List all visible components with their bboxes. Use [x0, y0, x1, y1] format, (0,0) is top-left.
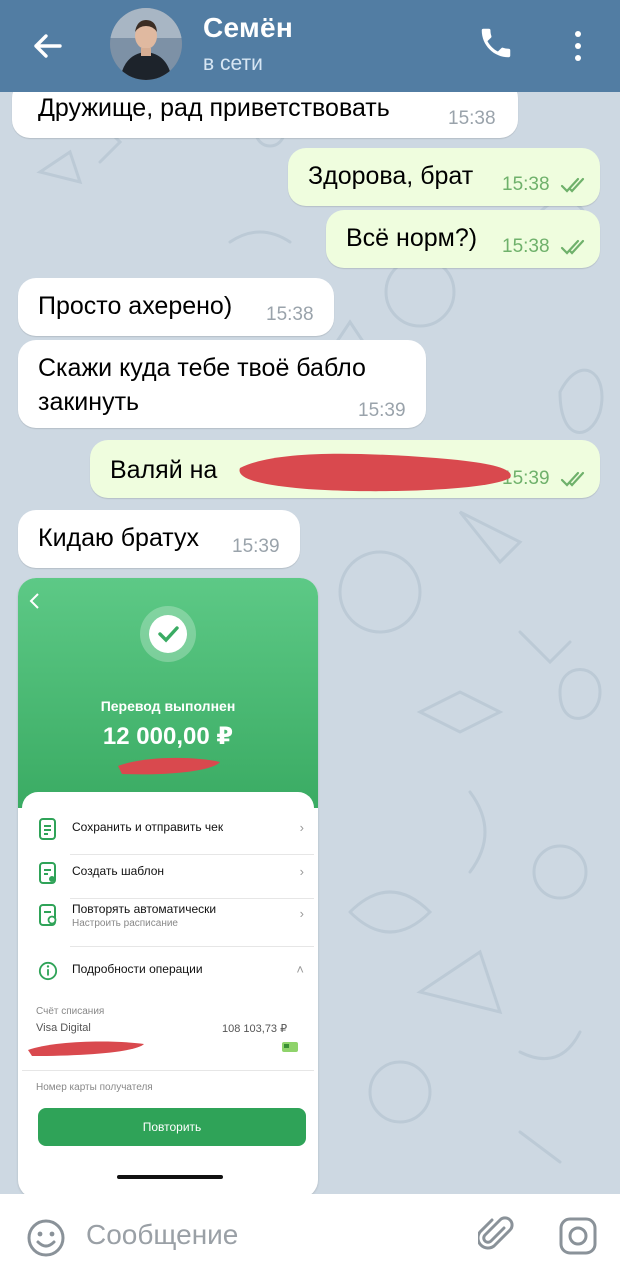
chevron-right-icon: ›	[299, 864, 304, 879]
row-label: Подробности операции	[72, 962, 203, 976]
message-incoming[interactable]: Кидаю братух 15:39	[18, 510, 300, 568]
row-label: Повторять автоматически	[72, 902, 217, 916]
instagram-camera-icon[interactable]	[558, 1216, 598, 1256]
message-input[interactable]: Сообщение	[86, 1219, 238, 1251]
message-time: 15:39	[358, 400, 406, 421]
receipt-sheet: Сохранить и отправить чек › Создать шабл…	[22, 792, 314, 1198]
message-time: 15:38	[502, 174, 550, 195]
repeat-transfer-button[interactable]: Повторить	[38, 1108, 306, 1146]
back-arrow-icon[interactable]	[30, 28, 66, 64]
message-incoming[interactable]: Скажи куда тебе твоё бабло закинуть 15:3…	[18, 340, 426, 428]
message-text: Кидаю братух	[38, 524, 200, 552]
message-input-bar: Сообщение	[0, 1194, 620, 1280]
row-label: Сохранить и отправить чек	[72, 820, 224, 834]
message-text: Всё норм?)	[346, 224, 478, 252]
receipt-row-details[interactable]: Подробности операции ˄	[22, 948, 314, 992]
message-text: Дружище, рад приветствовать	[38, 94, 390, 122]
transfer-title: Перевод выполнен	[100, 698, 236, 714]
message-time: 15:38	[266, 304, 314, 325]
row-label: Создать шаблон	[72, 864, 165, 878]
contact-name[interactable]: Семён	[203, 12, 293, 44]
message-time: 15:38	[502, 236, 550, 257]
template-icon	[39, 862, 56, 884]
message-incoming[interactable]: Просто ахерено) 15:38	[18, 278, 334, 336]
contact-status: в сети	[203, 52, 263, 75]
double-check-icon	[560, 471, 585, 487]
message-text-line-2: закинуть	[38, 388, 140, 416]
message-text: Здорова, брат	[308, 162, 474, 190]
chat-header: Семён в сети	[0, 0, 620, 92]
message-text: Валяй на	[110, 456, 218, 484]
account-label: Счёт списания	[36, 1006, 105, 1017]
success-check-icon	[140, 606, 196, 662]
info-icon	[38, 961, 58, 981]
double-check-icon	[560, 239, 585, 255]
message-outgoing[interactable]: Всё норм?) 15:38	[326, 210, 600, 268]
chevron-up-icon: ˄	[296, 962, 304, 977]
contact-avatar[interactable]	[110, 8, 182, 80]
row-sublabel: Настроить расписание	[72, 918, 178, 929]
receipt-row-save-send[interactable]: Сохранить и отправить чек ›	[22, 806, 314, 850]
receipt-row-repeat-auto[interactable]: Повторять автоматически Настроить распис…	[22, 892, 314, 936]
message-outgoing[interactable]: Здорова, брат 15:38	[288, 148, 600, 206]
more-options-icon[interactable]	[566, 28, 590, 64]
account-name: Visa Digital	[36, 1022, 91, 1034]
message-time: 15:39	[232, 536, 280, 557]
card-chip-icon	[282, 1042, 298, 1052]
message-text: Просто ахерено)	[38, 292, 233, 320]
redaction-scribble	[28, 1041, 144, 1056]
redaction-scribble	[239, 453, 511, 492]
receipt-row-create-template[interactable]: Создать шаблон ›	[22, 850, 314, 894]
recipient-card-label: Номер карты получателя	[36, 1082, 153, 1093]
message-time: 15:38	[448, 108, 496, 129]
double-check-icon	[560, 177, 585, 193]
receipt-back-icon	[29, 593, 39, 609]
redaction-scribble	[118, 757, 220, 775]
home-indicator	[117, 1175, 223, 1179]
message-text-line-1: Скажи куда тебе твоё бабло	[38, 354, 366, 382]
phone-call-icon[interactable]	[477, 24, 515, 62]
account-balance: 108 103,73 ₽	[222, 1023, 288, 1035]
receipt-doc-icon	[39, 818, 56, 840]
chevron-right-icon: ›	[299, 906, 304, 921]
photo-message-transfer-receipt[interactable]: Перевод выполнен 12 000,00 ₽ Сохранить и…	[18, 578, 318, 1198]
emoji-icon[interactable]	[26, 1218, 66, 1258]
paperclip-icon[interactable]	[478, 1214, 514, 1254]
transfer-amount: 12 000,00 ₽	[102, 723, 234, 750]
receipt-header: Перевод выполнен 12 000,00 ₽	[18, 578, 318, 808]
chevron-right-icon: ›	[299, 820, 304, 835]
repeat-schedule-icon	[39, 904, 57, 926]
